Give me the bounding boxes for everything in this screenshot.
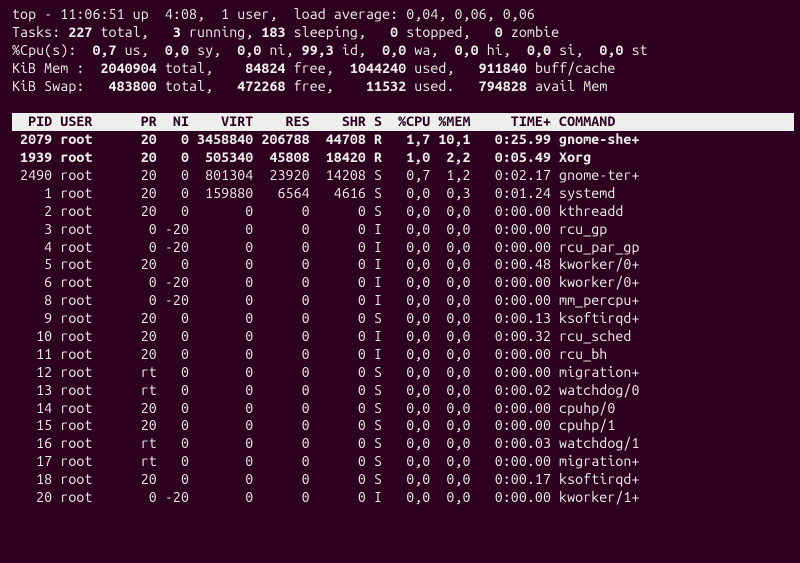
process-row: 5 root 20 0 0 0 0 I 0,0 0,0 0:00.48 kwor… — [12, 256, 794, 274]
process-row: 15 root 20 0 0 0 0 S 0,0 0,0 0:00.00 cpu… — [12, 417, 794, 435]
summary-line-swap: KiB Swap: 483800 total, 472268 free, 115… — [12, 78, 794, 96]
terminal-top-output: top - 11:06:51 up 4:08, 1 user, load ave… — [12, 6, 794, 507]
process-row: 3 root 0 -20 0 0 0 I 0,0 0,0 0:00.00 rcu… — [12, 221, 794, 239]
process-row: 12 root rt 0 0 0 0 S 0,0 0,0 0:00.00 mig… — [12, 364, 794, 382]
process-row: 11 root 20 0 0 0 0 I 0,0 0,0 0:00.00 rcu… — [12, 346, 794, 364]
process-row: 10 root 20 0 0 0 0 I 0,0 0,0 0:00.32 rcu… — [12, 328, 794, 346]
process-row: 4 root 0 -20 0 0 0 I 0,0 0,0 0:00.00 rcu… — [12, 239, 794, 257]
process-row: 2 root 20 0 0 0 0 S 0,0 0,0 0:00.00 kthr… — [12, 203, 794, 221]
process-row: 2490 root 20 0 801304 23920 14208 S 0,7 … — [12, 167, 794, 185]
process-row: 9 root 20 0 0 0 0 S 0,0 0,0 0:00.13 ksof… — [12, 310, 794, 328]
process-row: 6 root 0 -20 0 0 0 I 0,0 0,0 0:00.00 kwo… — [12, 274, 794, 292]
process-row: 17 root rt 0 0 0 0 S 0,0 0,0 0:00.00 mig… — [12, 453, 794, 471]
process-row: 18 root 20 0 0 0 0 S 0,0 0,0 0:00.17 kso… — [12, 471, 794, 489]
summary-line-cpu: %Cpu(s): 0,7 us, 0,0 sy, 0,0 ni, 99,3 id… — [12, 42, 794, 60]
process-row: 1939 root 20 0 505340 45808 18420 R 1,0 … — [12, 149, 794, 167]
blank-line — [12, 95, 794, 113]
process-row: 14 root 20 0 0 0 0 S 0,0 0,0 0:00.00 cpu… — [12, 400, 794, 418]
process-row: 2079 root 20 0 3458840 206788 44708 R 1,… — [12, 131, 794, 149]
summary-line-tasks: Tasks: 227 total, 3 running, 183 sleepin… — [12, 24, 794, 42]
process-row: 13 root rt 0 0 0 0 S 0,0 0,0 0:00.02 wat… — [12, 382, 794, 400]
column-header-row: PID USER PR NI VIRT RES SHR S %CPU %MEM … — [12, 113, 794, 131]
process-row: 20 root 0 -20 0 0 0 I 0,0 0,0 0:00.00 kw… — [12, 489, 794, 507]
process-row: 16 root rt 0 0 0 0 S 0,0 0,0 0:00.03 wat… — [12, 435, 794, 453]
summary-line-mem: KiB Mem : 2040904 total, 84824 free, 104… — [12, 60, 794, 78]
process-list: 2079 root 20 0 3458840 206788 44708 R 1,… — [12, 131, 794, 507]
process-row: 1 root 20 0 159880 6564 4616 S 0,0 0,3 0… — [12, 185, 794, 203]
summary-line-1: top - 11:06:51 up 4:08, 1 user, load ave… — [12, 6, 794, 24]
process-row: 8 root 0 -20 0 0 0 I 0,0 0,0 0:00.00 mm_… — [12, 292, 794, 310]
